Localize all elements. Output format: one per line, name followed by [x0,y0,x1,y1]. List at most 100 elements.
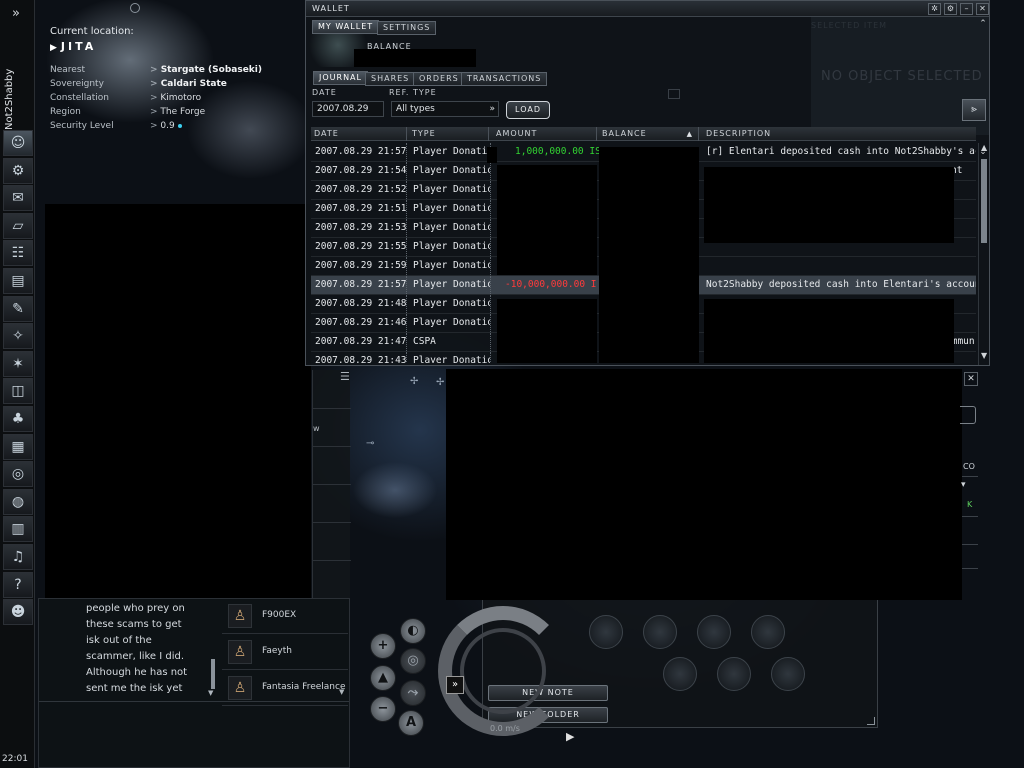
expand-hud-icon[interactable]: » [446,676,464,694]
speed-ring [460,628,546,714]
scroll-down-icon[interactable]: ▼ [339,688,344,696]
member-name: F900EX [262,610,297,620]
column-date[interactable]: DATE [311,127,407,141]
tab-journal[interactable]: JOURNAL [313,71,368,85]
export-icon[interactable] [668,89,680,99]
market-icon[interactable]: ▤ [3,267,33,294]
ref-type-select[interactable]: All types » [391,101,499,117]
cell-date: 2007.08.29 21:48 [315,295,407,313]
slot-icon[interactable] [771,657,805,691]
scroll-up-icon[interactable]: ⌃ [977,19,989,31]
camera-icon[interactable]: ◐ [400,618,426,644]
column-balance-label: BALANCE [602,129,647,138]
character-icon[interactable]: ☺ [3,130,33,156]
system-name[interactable]: JITA [50,40,96,53]
contracts-icon[interactable]: ☷ [3,240,33,267]
pin-icon[interactable]: ✲ [928,3,941,15]
location-key: Sovereignty [50,79,104,89]
window-titlebar[interactable]: WALLET ✲ ⚙ – ✕ [306,1,989,17]
settings-icon[interactable]: ⚙ [944,3,957,15]
cell-date: 2007.08.29 21:52 [315,181,407,199]
close-icon[interactable]: ✕ [976,3,989,15]
location-dot-icon[interactable] [130,3,140,13]
tab-my-wallet[interactable]: MY WALLET [312,20,380,34]
calculator-icon[interactable]: ▦ [3,433,33,460]
location-value: 0.9 [150,121,182,131]
forward-icon[interactable]: ⪢ [962,99,986,121]
cell-date: 2007.08.29 21:59 [315,257,407,275]
scroll-down-icon[interactable]: ▼ [981,351,987,360]
tab-orders[interactable]: ORDERS [413,72,465,86]
date-field[interactable]: 2007.08.29 [312,101,384,117]
column-amount[interactable]: AMOUNT [493,127,597,141]
cell-type: Player Donation [413,200,491,218]
slot-icon[interactable] [643,615,677,649]
map-icon[interactable]: ✎ [3,295,33,322]
slot-icon[interactable] [751,615,785,649]
tab-transactions[interactable]: TRANSACTIONS [461,72,548,86]
character-name[interactable]: Not2Shabby [4,60,20,130]
cell-type: Player Donation [413,352,491,363]
browser-icon[interactable]: ◍ [3,488,33,515]
autopilot-icon[interactable]: ⤳ [400,680,426,706]
member-item[interactable]: ♙ F900EX [222,598,348,634]
clock: 22:01 [2,754,28,764]
resize-handle[interactable] [867,717,875,725]
slot-icon[interactable] [663,657,697,691]
tab-shares[interactable]: SHARES [365,72,416,86]
load-button[interactable]: LOAD [506,101,550,119]
divider [962,544,978,545]
minimize-icon[interactable]: – [960,3,973,15]
radar-icon[interactable]: ◎ [400,648,426,674]
portrait-icon[interactable]: ☻ [3,599,33,626]
location-value[interactable]: Caldari State [150,79,227,89]
play-icon[interactable]: ▶ [566,730,574,743]
audio-icon[interactable]: ♫ [3,543,33,570]
scroll-up-icon[interactable]: ▲ [981,143,987,152]
chevron-down-icon[interactable]: ▾ [961,480,966,490]
slot-icon[interactable] [589,615,623,649]
divider [313,446,351,447]
member-item[interactable]: ♙ Fantasia Freelance [222,670,348,706]
science-icon[interactable]: ♣ [3,405,33,432]
help-info-icon[interactable]: ? [3,571,33,598]
menu-icon[interactable]: ☰ [340,370,350,383]
zoom-in-icon[interactable]: + [370,633,396,659]
crosshair-icon: ✢ [410,376,419,387]
cell-date: 2007.08.29 21:51 [315,200,407,218]
a-button[interactable]: A [398,710,424,736]
close-icon[interactable]: ✕ [964,372,978,386]
location-value[interactable]: Kimotoro [150,93,201,103]
star-map-icon[interactable]: ✧ [3,323,33,350]
slot-icon[interactable] [697,615,731,649]
location-row-constellation: Constellation Kimotoro [50,93,300,107]
column-description[interactable]: DESCRIPTION [703,127,976,141]
location-row-nearest: Nearest Stargate (Sobaseki) [50,65,300,79]
chat-input[interactable] [39,701,349,767]
expand-icon[interactable]: » [6,4,26,24]
location-value[interactable]: The Forge [150,107,205,117]
member-item[interactable]: ♙ Faeyth [222,634,348,670]
zoom-out-icon[interactable]: − [370,696,396,722]
location-value[interactable]: Stargate (Sobaseki) [150,65,262,75]
cell-date: 2007.08.29 21:57 [315,143,407,161]
notepad-icon[interactable]: ▱ [3,212,33,239]
scrollbar-thumb[interactable] [981,159,987,243]
column-balance[interactable]: BALANCE ▲ [599,127,699,141]
slot-icon[interactable] [717,657,751,691]
tab-settings[interactable]: SETTINGS [377,21,437,35]
scroll-down-icon[interactable]: ▼ [208,689,213,697]
scanner-icon[interactable]: ◫ [3,378,33,405]
search-field-edge[interactable] [960,406,976,424]
redacted-amounts [497,165,597,275]
fitting-icon[interactable]: ✶ [3,350,33,377]
ship-icon[interactable]: ▲ [370,665,396,691]
chat-scrollbar[interactable] [211,659,215,689]
cargo-icon[interactable]: ⚙ [3,157,33,184]
chat-line: Although he has not [86,667,188,678]
mail-icon[interactable]: ✉ [3,185,33,212]
journal-icon[interactable]: ▥ [3,516,33,543]
table-scrollbar[interactable]: ▲ ▼ [978,143,989,365]
column-type[interactable]: TYPE [409,127,489,141]
help-icon[interactable]: ◎ [3,461,33,488]
